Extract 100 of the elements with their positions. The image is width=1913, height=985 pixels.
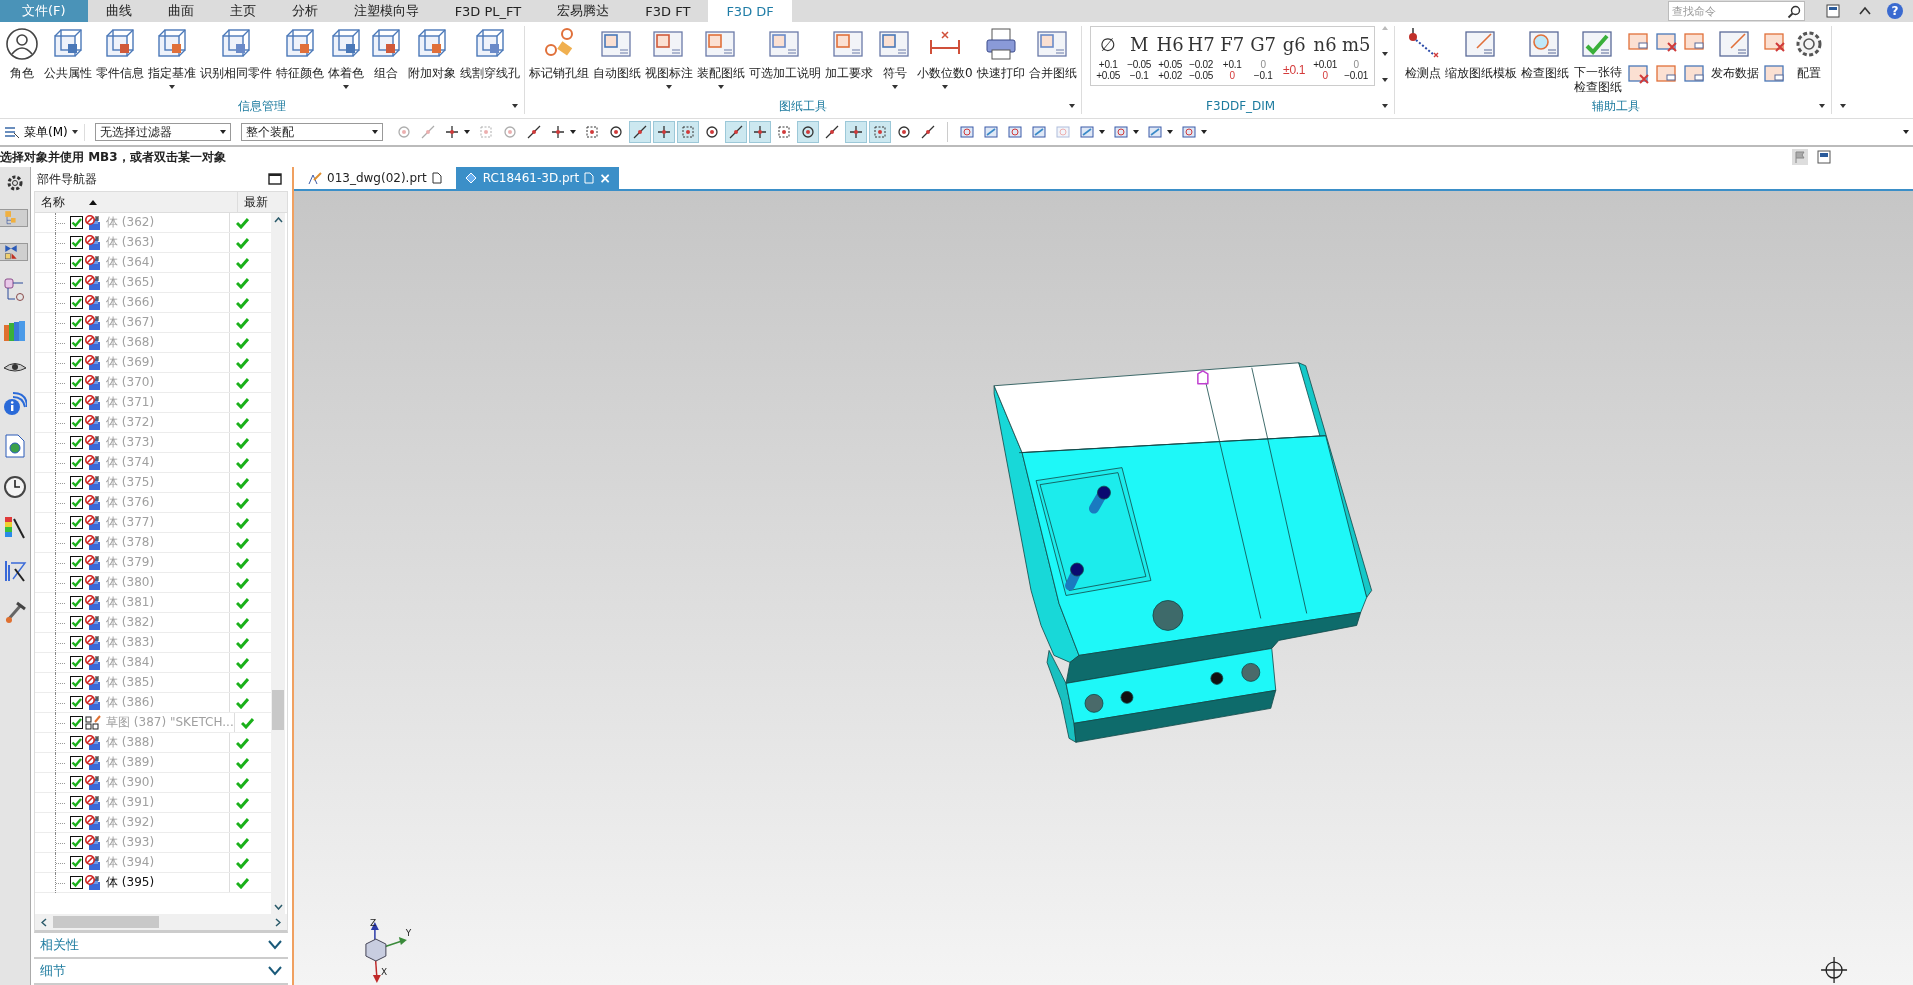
checkbox[interactable] xyxy=(70,636,83,649)
fit-symbol[interactable]: F7 xyxy=(1220,31,1245,59)
checkbox[interactable] xyxy=(70,376,83,389)
window-icon[interactable] xyxy=(1815,148,1833,166)
ribbon-button[interactable]: 检查图纸 xyxy=(1518,26,1571,82)
ribbon-button[interactable]: 配置 xyxy=(1789,26,1830,82)
ribbon-button[interactable]: 小数位数0 xyxy=(915,26,975,89)
ribbon-button[interactable]: 装配图纸 xyxy=(695,26,747,89)
menu-tab[interactable]: 主页 xyxy=(211,0,274,22)
chevron-left-icon[interactable] xyxy=(41,917,47,927)
help-icon[interactable]: ? xyxy=(1887,3,1903,19)
menu-tab[interactable]: 注塑模向导 xyxy=(335,0,437,22)
tree-item-label[interactable]: 体 (395) xyxy=(106,874,155,891)
caret-icon[interactable] xyxy=(1098,130,1105,134)
checkbox[interactable] xyxy=(70,336,83,349)
ribbon-button[interactable]: 符号 xyxy=(875,26,915,89)
close-icon[interactable]: × xyxy=(599,170,611,186)
color-scale-icon[interactable] xyxy=(3,515,27,541)
menu-button[interactable]: 菜单(M) xyxy=(4,123,85,141)
checkbox[interactable] xyxy=(70,656,83,669)
ribbon-button[interactable]: 加工要求 xyxy=(823,26,875,82)
books-icon[interactable] xyxy=(3,319,27,343)
menu-tab[interactable]: 分析 xyxy=(273,0,336,22)
caret-icon[interactable] xyxy=(1903,130,1909,134)
chevron-down-icon[interactable] xyxy=(268,966,282,976)
toolbar-button[interactable] xyxy=(844,121,867,143)
checkbox[interactable] xyxy=(70,856,83,869)
checkbox[interactable] xyxy=(70,796,83,809)
checkbox[interactable] xyxy=(70,216,83,229)
ribbon-button[interactable]: 体着色 xyxy=(326,26,366,89)
ribbon-button[interactable]: 标记销孔组 xyxy=(527,26,591,82)
caret-icon[interactable] xyxy=(1200,130,1207,134)
fit-symbol[interactable]: H7 xyxy=(1187,31,1215,59)
ribbon-button[interactable]: 下一张待检查图纸 xyxy=(1570,26,1626,95)
scrollbar-thumb[interactable] xyxy=(272,690,284,730)
ribbon-button[interactable]: 缩放图纸模板 xyxy=(1442,26,1519,82)
checkbox[interactable] xyxy=(70,596,83,609)
checkbox[interactable] xyxy=(70,496,83,509)
scope-dropdown[interactable]: 整个装配 xyxy=(240,123,383,141)
caret-icon[interactable] xyxy=(1132,130,1139,134)
caret-icon[interactable] xyxy=(463,130,470,134)
search-icon[interactable] xyxy=(1787,5,1801,19)
ribbon-button[interactable]: 合并图纸 xyxy=(1026,26,1079,82)
checkbox[interactable] xyxy=(70,256,83,269)
info-icon[interactable] xyxy=(3,391,27,417)
collapsible-panel-header[interactable]: 细节 xyxy=(34,959,288,985)
checkbox[interactable] xyxy=(70,516,83,529)
ribbon-button[interactable]: 识别相同零件 xyxy=(198,26,274,82)
caret-icon[interactable] xyxy=(1068,104,1075,108)
menu-tab[interactable]: 宏易腾达 xyxy=(539,0,628,22)
fit-symbol[interactable]: G7 xyxy=(1250,31,1277,59)
search-field[interactable]: 查找命令 xyxy=(1668,1,1805,21)
file-tab[interactable]: RC18461-3D.prt × xyxy=(455,167,619,189)
toolbar-button[interactable] xyxy=(748,121,771,143)
chevron-right-icon[interactable] xyxy=(275,917,281,927)
checkbox[interactable] xyxy=(70,876,83,889)
toolbar-button[interactable] xyxy=(796,121,819,143)
ribbon-button[interactable]: 零件信息 xyxy=(94,26,146,82)
toolbar-button[interactable] xyxy=(628,121,651,143)
clock-icon[interactable] xyxy=(3,475,27,499)
ribbon-button[interactable]: 快速打印 xyxy=(974,26,1027,82)
maximize-icon[interactable] xyxy=(268,173,282,185)
checkbox[interactable] xyxy=(70,436,83,449)
window-icon[interactable] xyxy=(1825,3,1841,19)
checkbox[interactable] xyxy=(70,696,83,709)
checkbox[interactable] xyxy=(70,456,83,469)
checkbox[interactable] xyxy=(70,756,83,769)
menu-tab[interactable]: 曲线 xyxy=(87,0,150,22)
gear-icon[interactable] xyxy=(5,173,25,193)
file-tab[interactable]: 013_dwg(02).prt xyxy=(300,167,450,189)
ribbon-button[interactable]: 自动图纸 xyxy=(591,26,643,82)
cylinder-tree-icon[interactable] xyxy=(3,277,27,303)
fit-symbol[interactable]: ∅ xyxy=(1100,31,1117,59)
ribbon-button[interactable]: 发布数据 xyxy=(1709,26,1762,82)
scrollbar-thumb[interactable] xyxy=(53,916,159,928)
ribbon-button[interactable]: 可选加工说明 xyxy=(747,26,823,82)
checkbox[interactable] xyxy=(70,416,83,429)
caret-icon[interactable] xyxy=(1381,104,1388,108)
chevron-up-icon[interactable] xyxy=(273,217,283,223)
menu-tab[interactable]: 曲面 xyxy=(149,0,212,22)
ribbon-button[interactable]: 视图标注 xyxy=(643,26,695,89)
menu-tab[interactable]: F3D FT xyxy=(627,0,709,22)
ribbon-button[interactable]: 检测点 xyxy=(1402,26,1443,82)
bowtie-icon[interactable] xyxy=(0,243,28,261)
cad-part-drawing[interactable] xyxy=(993,362,1373,743)
checkbox[interactable] xyxy=(70,296,83,309)
column-header[interactable]: 名称 xyxy=(35,192,238,212)
checkbox[interactable] xyxy=(70,396,83,409)
fit-symbol[interactable]: g6 xyxy=(1282,31,1306,59)
checkbox[interactable] xyxy=(70,736,83,749)
caret-icon[interactable] xyxy=(1166,130,1173,134)
ribbon-button[interactable]: 线割穿线孔 xyxy=(458,26,522,82)
vertical-scrollbar[interactable] xyxy=(271,213,285,914)
horizontal-scrollbar[interactable] xyxy=(35,914,287,930)
fit-symbol[interactable]: H6 xyxy=(1156,31,1184,59)
fit-symbol[interactable]: n6 xyxy=(1313,31,1337,59)
checkbox[interactable] xyxy=(70,236,83,249)
ribbon-button[interactable]: 指定基准 xyxy=(146,26,198,89)
checkbox[interactable] xyxy=(70,276,83,289)
checkbox[interactable] xyxy=(70,316,83,329)
